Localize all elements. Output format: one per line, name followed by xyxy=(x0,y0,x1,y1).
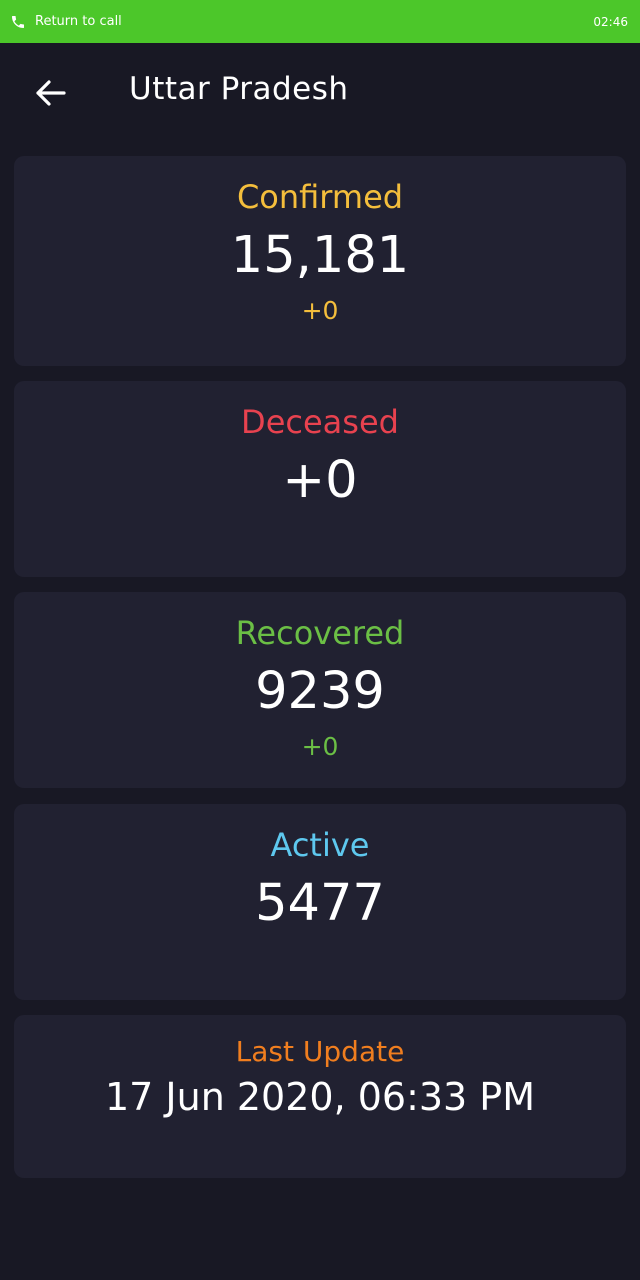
confirmed-value: 15,181 xyxy=(230,226,410,285)
active-value: 5477 xyxy=(255,874,385,933)
last-update-value: 17 Jun 2020, 06:33 PM xyxy=(104,1075,536,1119)
arrow-left-icon xyxy=(36,80,66,106)
recovered-delta: +0 xyxy=(301,732,339,761)
back-button[interactable] xyxy=(30,75,70,111)
confirmed-card: Confirmed 15,181 +0 xyxy=(14,156,626,366)
last-update-label: Last Update xyxy=(235,1035,405,1068)
deceased-card: Deceased +0 xyxy=(14,381,626,577)
recovered-value: 9239 xyxy=(255,662,385,721)
app-bar: Uttar Pradesh xyxy=(0,43,640,143)
status-bar[interactable]: Return to call 02:46 xyxy=(0,0,640,43)
page-title: Uttar Pradesh xyxy=(129,71,349,107)
confirmed-delta: +0 xyxy=(301,296,339,325)
confirmed-label: Confirmed xyxy=(236,178,404,216)
phone-icon xyxy=(10,14,26,30)
last-update-card: Last Update 17 Jun 2020, 06:33 PM xyxy=(14,1015,626,1178)
active-card: Active 5477 xyxy=(14,804,626,1000)
return-to-call[interactable]: Return to call xyxy=(10,14,122,30)
return-to-call-label: Return to call xyxy=(35,14,122,29)
recovered-label: Recovered xyxy=(235,614,405,652)
deceased-label: Deceased xyxy=(241,403,399,441)
clock: 02:46 xyxy=(593,14,628,29)
deceased-value: +0 xyxy=(282,451,358,510)
recovered-card: Recovered 9239 +0 xyxy=(14,592,626,788)
active-label: Active xyxy=(270,826,370,864)
